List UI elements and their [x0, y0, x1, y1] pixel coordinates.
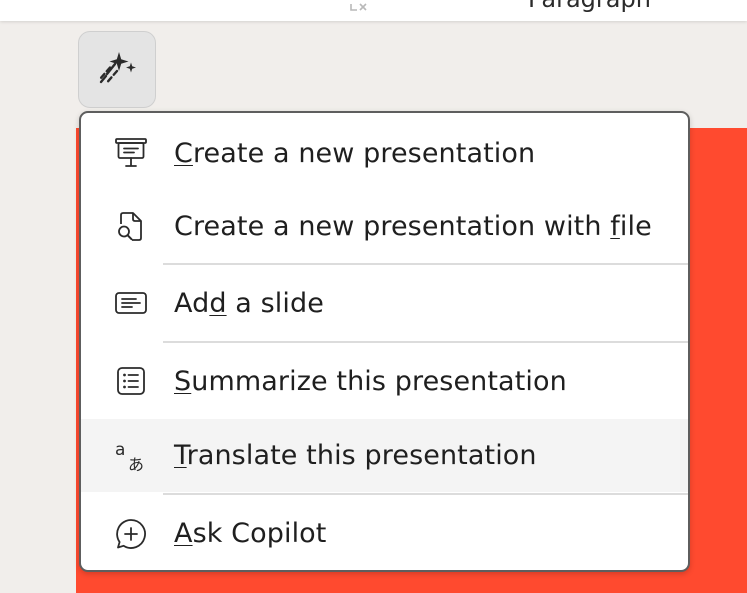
- slide-add-icon: [114, 286, 148, 320]
- chat-add-icon: [114, 517, 148, 551]
- menu-item-ask-copilot[interactable]: Ask Copilot: [81, 495, 688, 570]
- presentation-board-icon: [114, 136, 148, 170]
- format-painter-icon[interactable]: [348, 0, 372, 14]
- menu-item-label: Ask Copilot: [174, 518, 327, 549]
- menu-item-label: Summarize this presentation: [174, 365, 567, 397]
- menu-item-create-presentation[interactable]: Create a new presentation: [81, 117, 688, 189]
- menu-item-translate[interactable]: a あ Translate this presentation: [81, 419, 688, 492]
- menu-item-label: Add a slide: [174, 287, 324, 319]
- svg-text:a: a: [115, 440, 125, 460]
- copilot-button[interactable]: [78, 31, 156, 108]
- text-bullet-list-icon: [114, 364, 148, 398]
- menu-item-label: Create a new presentation with file: [174, 210, 652, 242]
- menu-item-create-presentation-with-file[interactable]: Create a new presentation with file: [81, 189, 688, 263]
- copilot-sparkle-icon: [95, 48, 139, 92]
- menu-item-summarize[interactable]: Summarize this presentation: [81, 343, 688, 419]
- copilot-menu: Create a new presentation Create a new p…: [79, 111, 690, 572]
- translate-icon: a あ: [114, 439, 148, 473]
- ribbon-toolbar: Paragraph: [0, 0, 747, 21]
- menu-item-label: Create a new presentation: [174, 137, 536, 169]
- svg-text:あ: あ: [128, 455, 144, 473]
- document-search-icon: [114, 209, 148, 243]
- menu-item-label: Translate this presentation: [174, 440, 537, 471]
- menu-item-add-slide[interactable]: Add a slide: [81, 265, 688, 341]
- paragraph-group-label: Paragraph: [528, 0, 651, 13]
